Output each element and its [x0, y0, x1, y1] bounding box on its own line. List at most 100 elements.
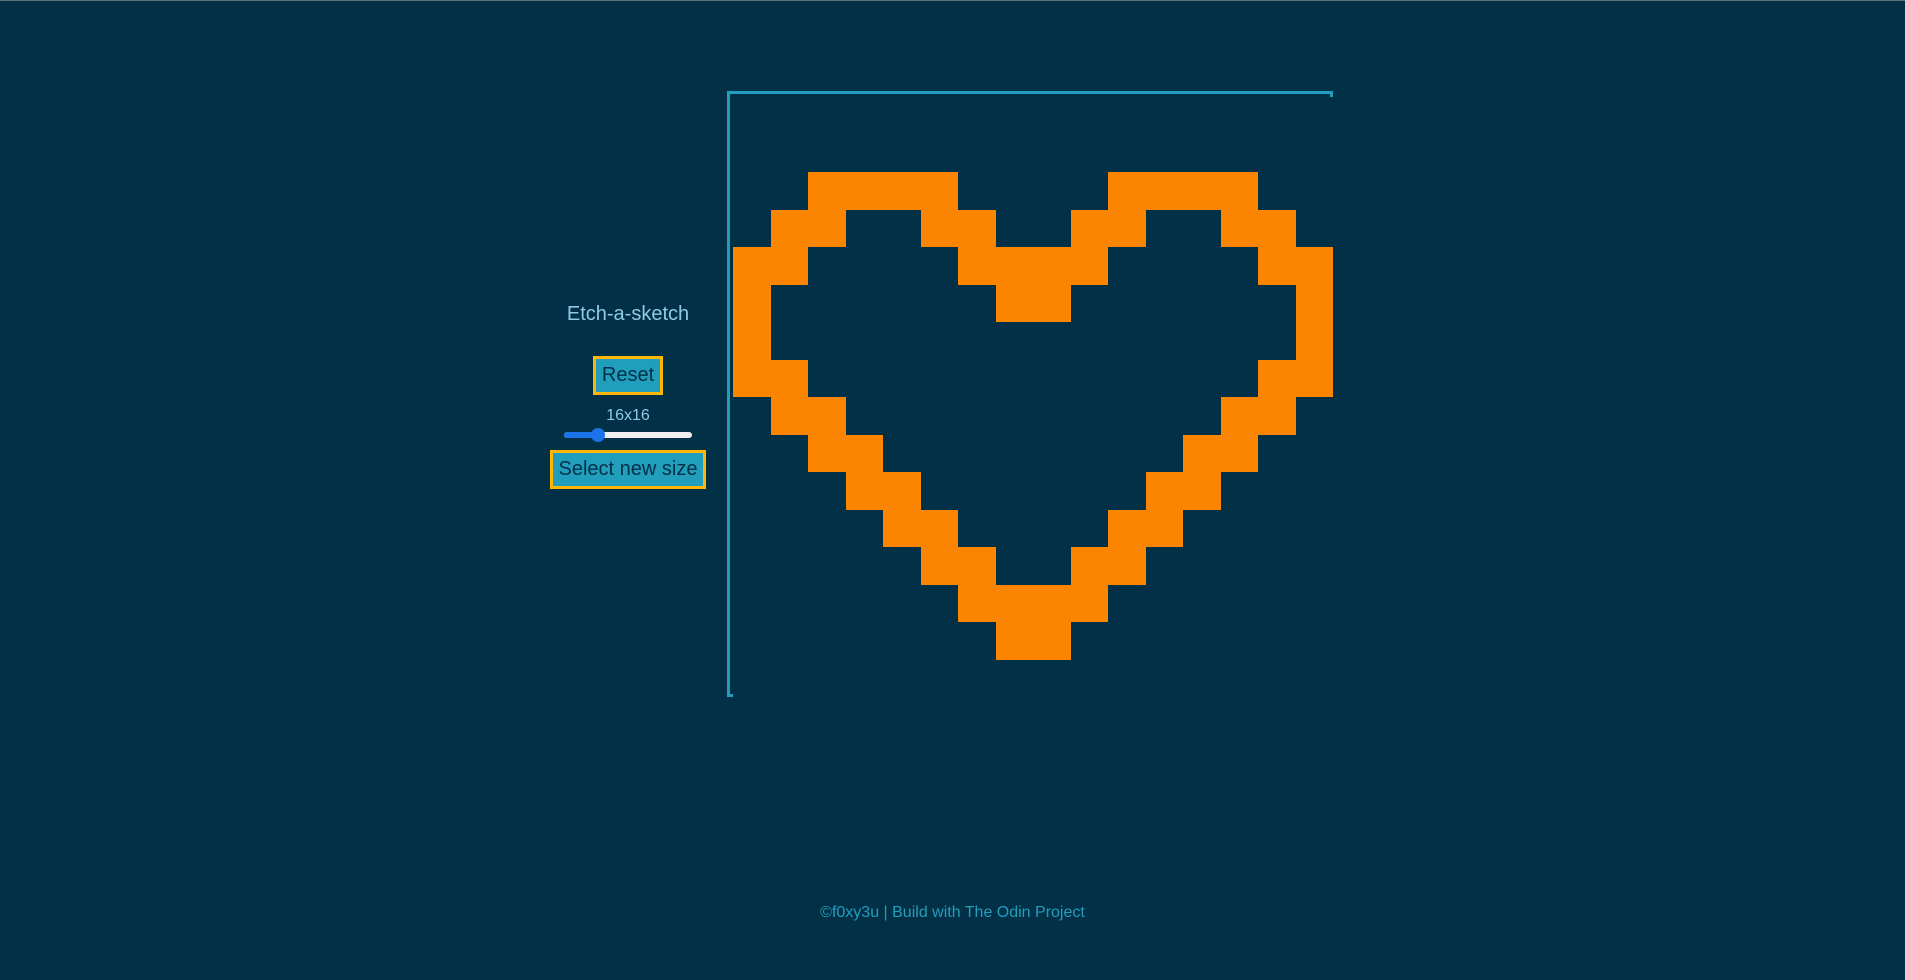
grid-cell[interactable] — [770, 134, 808, 172]
grid-cell[interactable] — [1183, 472, 1221, 510]
grid-cell[interactable] — [1145, 134, 1183, 172]
grid-cell[interactable] — [1145, 509, 1183, 547]
grid-cell[interactable] — [1295, 659, 1333, 697]
grid-cell[interactable] — [1183, 134, 1221, 172]
grid-cell[interactable] — [845, 659, 883, 697]
grid-cell[interactable] — [1258, 659, 1296, 697]
grid-cell[interactable] — [1145, 397, 1183, 435]
grid-cell[interactable] — [958, 359, 996, 397]
grid-cell[interactable] — [1033, 397, 1071, 435]
grid-cell[interactable] — [733, 434, 771, 472]
grid-cell[interactable] — [845, 172, 883, 210]
grid-cell[interactable] — [1295, 322, 1333, 360]
grid-cell[interactable] — [1183, 547, 1221, 585]
grid-cell[interactable] — [1145, 209, 1183, 247]
grid-cell[interactable] — [845, 97, 883, 135]
grid-cell[interactable] — [920, 622, 958, 660]
grid-cell[interactable] — [1220, 284, 1258, 322]
grid-cell[interactable] — [1108, 434, 1146, 472]
grid-cell[interactable] — [1258, 584, 1296, 622]
grid-cell[interactable] — [733, 472, 771, 510]
grid-cell[interactable] — [1220, 322, 1258, 360]
grid-cell[interactable] — [1070, 509, 1108, 547]
grid-cell[interactable] — [1258, 472, 1296, 510]
grid-cell[interactable] — [1220, 622, 1258, 660]
grid-cell[interactable] — [958, 322, 996, 360]
grid-cell[interactable] — [808, 134, 846, 172]
grid-size-slider[interactable] — [564, 428, 692, 442]
grid-cell[interactable] — [1220, 547, 1258, 585]
grid-cell[interactable] — [1070, 359, 1108, 397]
grid-cell[interactable] — [1220, 584, 1258, 622]
grid-cell[interactable] — [995, 247, 1033, 285]
grid-cell[interactable] — [1258, 97, 1296, 135]
grid-cell[interactable] — [1295, 247, 1333, 285]
grid-cell[interactable] — [1033, 434, 1071, 472]
grid-cell[interactable] — [958, 584, 996, 622]
grid-cell[interactable] — [1033, 584, 1071, 622]
grid-cell[interactable] — [733, 659, 771, 697]
grid-cell[interactable] — [995, 209, 1033, 247]
grid-cell[interactable] — [995, 472, 1033, 510]
grid-cell[interactable] — [995, 509, 1033, 547]
grid-cell[interactable] — [1145, 97, 1183, 135]
grid-cell[interactable] — [1183, 209, 1221, 247]
grid-cell[interactable] — [770, 659, 808, 697]
grid-cell[interactable] — [1258, 359, 1296, 397]
grid-cell[interactable] — [1220, 209, 1258, 247]
grid-cell[interactable] — [995, 584, 1033, 622]
grid-cell[interactable] — [883, 97, 921, 135]
reset-button[interactable]: Reset — [592, 356, 664, 395]
grid-cell[interactable] — [1258, 547, 1296, 585]
grid-cell[interactable] — [845, 322, 883, 360]
grid-cell[interactable] — [1220, 509, 1258, 547]
grid-cell[interactable] — [770, 247, 808, 285]
grid-cell[interactable] — [845, 434, 883, 472]
grid-cell[interactable] — [1258, 509, 1296, 547]
grid-cell[interactable] — [770, 434, 808, 472]
grid-cell[interactable] — [995, 547, 1033, 585]
slider-thumb[interactable] — [591, 428, 605, 442]
grid-cell[interactable] — [883, 134, 921, 172]
grid-cell[interactable] — [1295, 547, 1333, 585]
grid-cell[interactable] — [733, 209, 771, 247]
grid-cell[interactable] — [808, 547, 846, 585]
grid-cell[interactable] — [1295, 359, 1333, 397]
grid-cell[interactable] — [995, 434, 1033, 472]
grid-cell[interactable] — [770, 584, 808, 622]
grid-cell[interactable] — [845, 134, 883, 172]
grid-cell[interactable] — [1145, 547, 1183, 585]
grid-cell[interactable] — [1183, 97, 1221, 135]
grid-cell[interactable] — [1070, 172, 1108, 210]
grid-cell[interactable] — [1258, 209, 1296, 247]
grid-cell[interactable] — [770, 172, 808, 210]
grid-cell[interactable] — [1220, 434, 1258, 472]
grid-cell[interactable] — [733, 134, 771, 172]
grid-cell[interactable] — [808, 584, 846, 622]
grid-cell[interactable] — [995, 134, 1033, 172]
grid-cell[interactable] — [958, 472, 996, 510]
grid-cell[interactable] — [883, 397, 921, 435]
grid-cell[interactable] — [1033, 172, 1071, 210]
grid-cell[interactable] — [1183, 509, 1221, 547]
grid-cell[interactable] — [770, 472, 808, 510]
grid-cell[interactable] — [995, 622, 1033, 660]
grid-cell[interactable] — [995, 659, 1033, 697]
grid-cell[interactable] — [1108, 247, 1146, 285]
grid-cell[interactable] — [1183, 247, 1221, 285]
grid-cell[interactable] — [995, 172, 1033, 210]
grid-cell[interactable] — [1220, 97, 1258, 135]
grid-cell[interactable] — [1145, 622, 1183, 660]
grid-cell[interactable] — [1070, 134, 1108, 172]
grid-cell[interactable] — [920, 209, 958, 247]
grid-cell[interactable] — [1033, 472, 1071, 510]
grid-cell[interactable] — [808, 97, 846, 135]
grid-cell[interactable] — [1033, 622, 1071, 660]
grid-cell[interactable] — [1220, 397, 1258, 435]
grid-cell[interactable] — [1220, 247, 1258, 285]
grid-cell[interactable] — [1183, 284, 1221, 322]
grid-cell[interactable] — [1258, 172, 1296, 210]
grid-cell[interactable] — [883, 209, 921, 247]
grid-cell[interactable] — [733, 584, 771, 622]
grid-cell[interactable] — [733, 397, 771, 435]
